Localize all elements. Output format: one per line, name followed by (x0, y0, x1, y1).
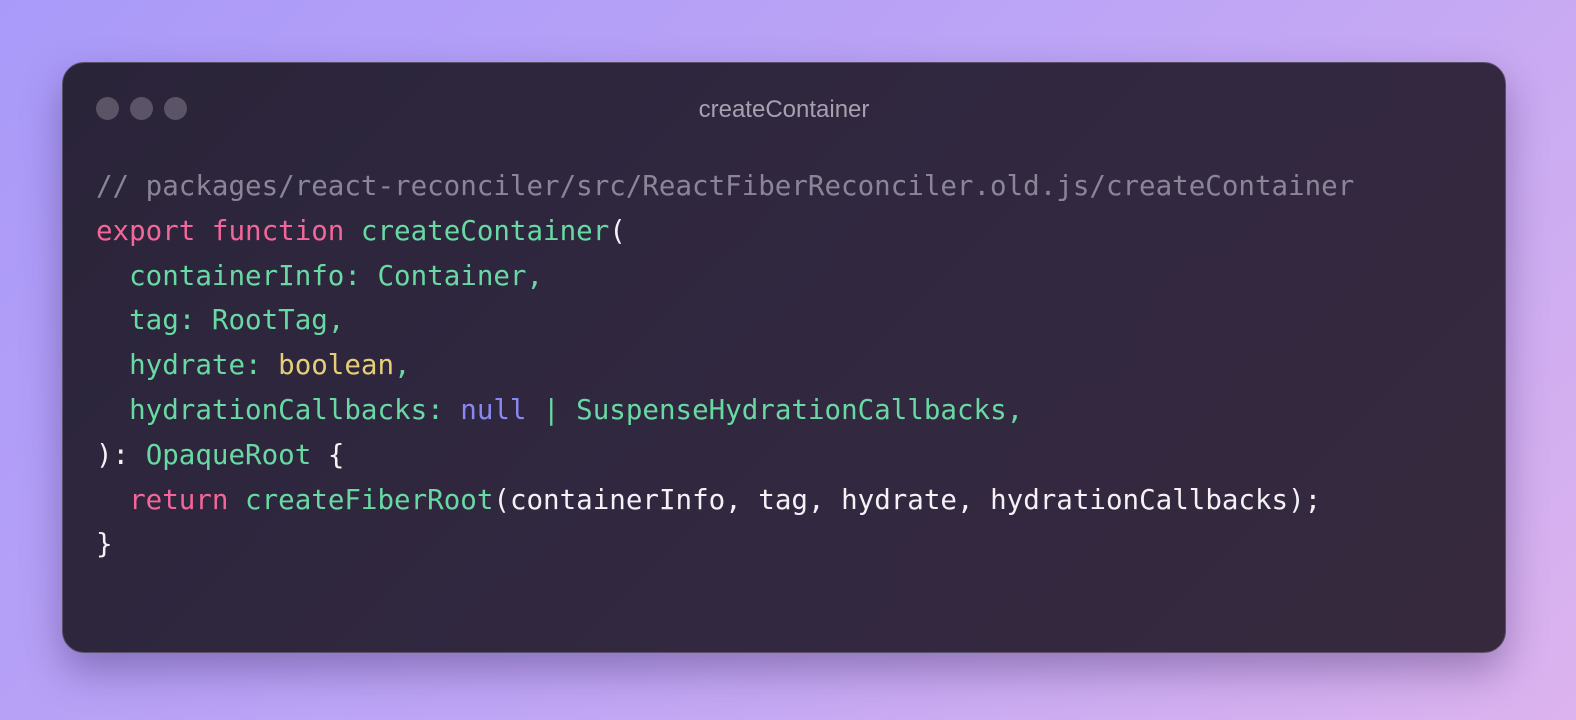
param-type: Container (377, 259, 527, 292)
keyword-export: export (96, 214, 196, 247)
keyword-return: return (129, 483, 229, 516)
code-line-6: hydrationCallbacks: null | SuspenseHydra… (96, 388, 1354, 433)
function-call: createFiberRoot (245, 483, 494, 516)
param-type: boolean (278, 349, 395, 382)
code-line-1: // packages/react-reconciler/src/ReactFi… (96, 164, 1354, 209)
function-name: createContainer (360, 214, 610, 247)
null-keyword: null (460, 393, 527, 426)
param-name: tag: (129, 304, 196, 337)
param-name: hydrationCallbacks: (129, 393, 444, 426)
code-comment: // packages/react-reconciler/src/ReactFi… (96, 170, 1355, 202)
comma: , (526, 259, 544, 292)
keyword-function: function (211, 214, 345, 247)
comma: , (394, 349, 411, 382)
code-line-5: hydrate: boolean, (96, 343, 1354, 388)
code-line-8: return createFiberRoot(containerInfo, ta… (96, 478, 1354, 523)
open-paren: ( (609, 214, 626, 247)
open-brace: { (311, 438, 345, 471)
param-name: hydrate: (129, 349, 262, 382)
close-paren: ): (96, 438, 130, 471)
code-line-9: } (96, 522, 1354, 567)
return-type: OpaqueRoot (145, 438, 312, 471)
code-line-3: containerInfo: Container, (96, 254, 1354, 299)
union-pipe: | (526, 393, 577, 426)
param-type: RootTag (211, 304, 328, 337)
code-block: // packages/react-reconciler/src/ReactFi… (96, 164, 1354, 567)
code-window: createContainer // packages/react-reconc… (62, 62, 1506, 653)
window-titlebar: createContainer (63, 63, 1505, 155)
code-line-2: export function createContainer( (96, 209, 1354, 254)
window-title: createContainer (698, 96, 870, 123)
param-name: containerInfo: (129, 259, 361, 292)
code-line-4: tag: RootTag, (96, 298, 1354, 343)
comma: , (1006, 393, 1024, 426)
param-type: SuspenseHydrationCallbacks (576, 393, 1007, 426)
close-brace: } (96, 528, 113, 561)
comma: , (327, 304, 345, 337)
code-line-7: ): OpaqueRoot { (96, 433, 1354, 478)
call-arguments: (containerInfo, tag, hydrate, hydrationC… (493, 483, 1322, 516)
